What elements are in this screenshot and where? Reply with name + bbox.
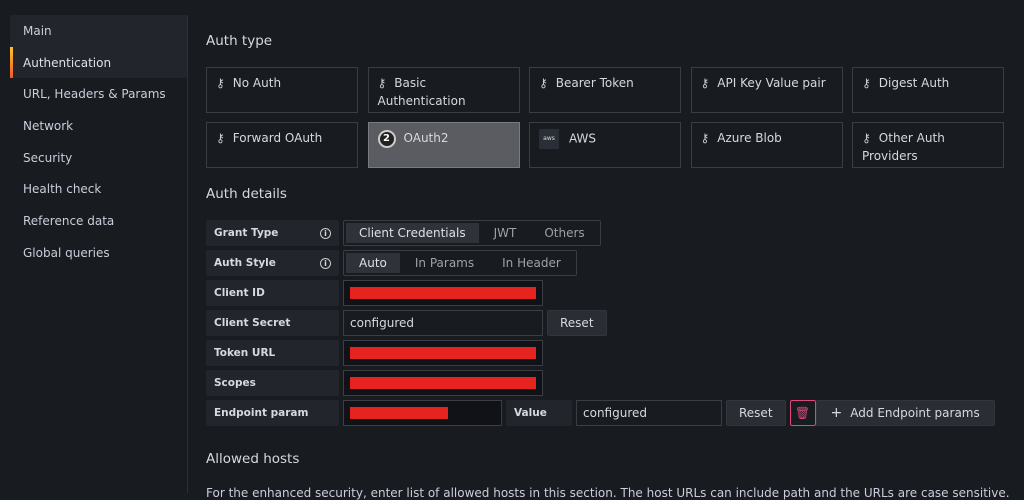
token-url-input[interactable]	[343, 340, 543, 366]
auth-type-bearer-token[interactable]: ⚷ Bearer Token	[529, 67, 681, 113]
info-icon[interactable]: i	[320, 257, 331, 269]
redaction	[350, 407, 448, 419]
allowed-hosts-heading: Allowed hosts	[206, 451, 300, 467]
sidebar-item-global-queries[interactable]: Global queries	[10, 237, 187, 269]
sidebar-item-security[interactable]: Security	[10, 142, 187, 174]
auth-type-label: Digest Auth	[878, 76, 950, 90]
label-text: Client ID	[214, 287, 265, 299]
redaction	[350, 287, 536, 299]
label-text: Scopes	[214, 377, 256, 389]
grant-type-selector: Client Credentials JWT Others	[343, 220, 601, 246]
auth-type-other-auth-providers[interactable]: ⚷ Other Auth Providers	[852, 122, 1004, 168]
auth-type-azure-blob[interactable]: ⚷ Azure Blob	[690, 122, 843, 168]
auth-type-label: AWS	[569, 131, 597, 146]
grant-type-row: Grant Type i Client Credentials JWT Other…	[206, 220, 601, 246]
redaction	[350, 377, 536, 389]
key-icon: ⚷	[700, 131, 710, 145]
auth-style-in-header[interactable]: In Header	[489, 253, 574, 273]
add-endpoint-params-button[interactable]: + Add Endpoint params	[815, 400, 995, 426]
key-icon: ⚷	[862, 76, 871, 90]
auth-type-label: Forward OAuth	[232, 131, 323, 145]
label-text: Client Secret	[214, 317, 291, 329]
label-text: Token URL	[214, 347, 276, 359]
auth-style-label: Auth Style i	[206, 250, 339, 276]
sidebar-item-authentication[interactable]: Authentication	[10, 46, 187, 79]
auth-style-row: Auth Style i Auto In Params In Header	[206, 250, 577, 276]
sidebar-item-reference-data[interactable]: Reference data	[10, 205, 187, 237]
endpoint-param-row: Endpoint param Value configured Reset 🗑 …	[206, 400, 995, 426]
client-secret-row: Client Secret configured Reset	[206, 310, 607, 336]
auth-style-auto[interactable]: Auto	[346, 253, 400, 273]
info-icon[interactable]: i	[320, 227, 331, 239]
key-icon: ⚷	[539, 76, 548, 90]
sidebar: Main Authentication URL, Headers & Param…	[10, 15, 188, 493]
label-text: Value	[514, 407, 547, 419]
oauth2-icon: 2	[377, 129, 396, 148]
endpoint-param-reset-button[interactable]: Reset	[726, 400, 786, 426]
auth-type-label: OAuth2	[403, 131, 449, 145]
key-icon: ⚷	[216, 131, 225, 145]
aws-icon: aws	[539, 129, 559, 149]
auth-type-digest-auth[interactable]: ⚷ Digest Auth	[852, 67, 1004, 113]
key-icon: ⚷	[216, 76, 225, 90]
client-id-row: Client ID	[206, 280, 543, 306]
trash-icon[interactable]: 🗑	[789, 400, 816, 426]
auth-type-basic-authentication[interactable]: ⚷ Basic Authentication	[367, 67, 520, 113]
auth-details-heading: Auth details	[206, 186, 287, 202]
client-secret-reset-button[interactable]: Reset	[547, 310, 607, 336]
token-url-row: Token URL	[206, 340, 543, 366]
endpoint-param-value-input[interactable]: configured	[576, 400, 722, 426]
token-url-label: Token URL	[206, 340, 339, 366]
sidebar-item-main[interactable]: Main	[10, 15, 187, 47]
endpoint-param-label: Endpoint param	[206, 400, 339, 426]
scopes-input[interactable]	[343, 370, 543, 396]
auth-type-label: API Key Value pair	[717, 76, 826, 90]
sidebar-item-network[interactable]: Network	[10, 110, 187, 142]
auth-type-label: No Auth	[232, 76, 282, 90]
auth-type-oauth2[interactable]: 2 OAuth2	[367, 122, 520, 168]
redaction	[350, 347, 536, 359]
auth-type-no-auth[interactable]: ⚷ No Auth	[206, 67, 358, 113]
value-label: Value	[506, 400, 572, 426]
label-text: Grant Type	[214, 227, 279, 239]
sidebar-item-health-check[interactable]: Health check	[10, 173, 187, 205]
label-text: Auth Style	[214, 257, 276, 269]
key-icon: ⚷	[862, 131, 871, 145]
key-icon: ⚷	[700, 76, 710, 90]
auth-style-selector: Auto In Params In Header	[343, 250, 577, 276]
scopes-label: Scopes	[206, 370, 339, 396]
auth-type-forward-oauth[interactable]: ⚷ Forward OAuth	[206, 122, 358, 168]
client-id-label: Client ID	[206, 280, 339, 306]
allowed-hosts-description: For the enhanced security, enter list of…	[206, 486, 1010, 500]
endpoint-param-key-input[interactable]	[343, 400, 502, 426]
auth-style-in-params[interactable]: In Params	[402, 253, 487, 273]
plus-icon: +	[830, 405, 843, 421]
auth-type-label: Other Auth Providers	[862, 131, 945, 163]
client-secret-label: Client Secret	[206, 310, 339, 336]
label-text: Endpoint param	[214, 407, 309, 419]
grant-type-client-credentials[interactable]: Client Credentials	[346, 223, 479, 243]
auth-type-label: Basic Authentication	[377, 76, 466, 108]
grant-type-jwt[interactable]: JWT	[481, 223, 530, 243]
sidebar-item-url-headers-params[interactable]: URL, Headers & Params	[10, 78, 187, 110]
grant-type-label: Grant Type i	[206, 220, 339, 246]
client-secret-input[interactable]: configured	[343, 310, 543, 336]
client-id-input[interactable]	[343, 280, 543, 306]
key-icon: ⚷	[377, 76, 387, 90]
button-label: Add Endpoint params	[850, 406, 980, 420]
auth-type-api-key-value-pair[interactable]: ⚷ API Key Value pair	[690, 67, 843, 113]
scopes-row: Scopes	[206, 370, 543, 396]
auth-type-label: Azure Blob	[717, 131, 782, 145]
auth-type-aws[interactable]: aws AWS	[529, 122, 681, 168]
grant-type-others[interactable]: Others	[531, 223, 597, 243]
auth-type-heading: Auth type	[206, 33, 273, 49]
auth-type-label: Bearer Token	[555, 76, 634, 90]
